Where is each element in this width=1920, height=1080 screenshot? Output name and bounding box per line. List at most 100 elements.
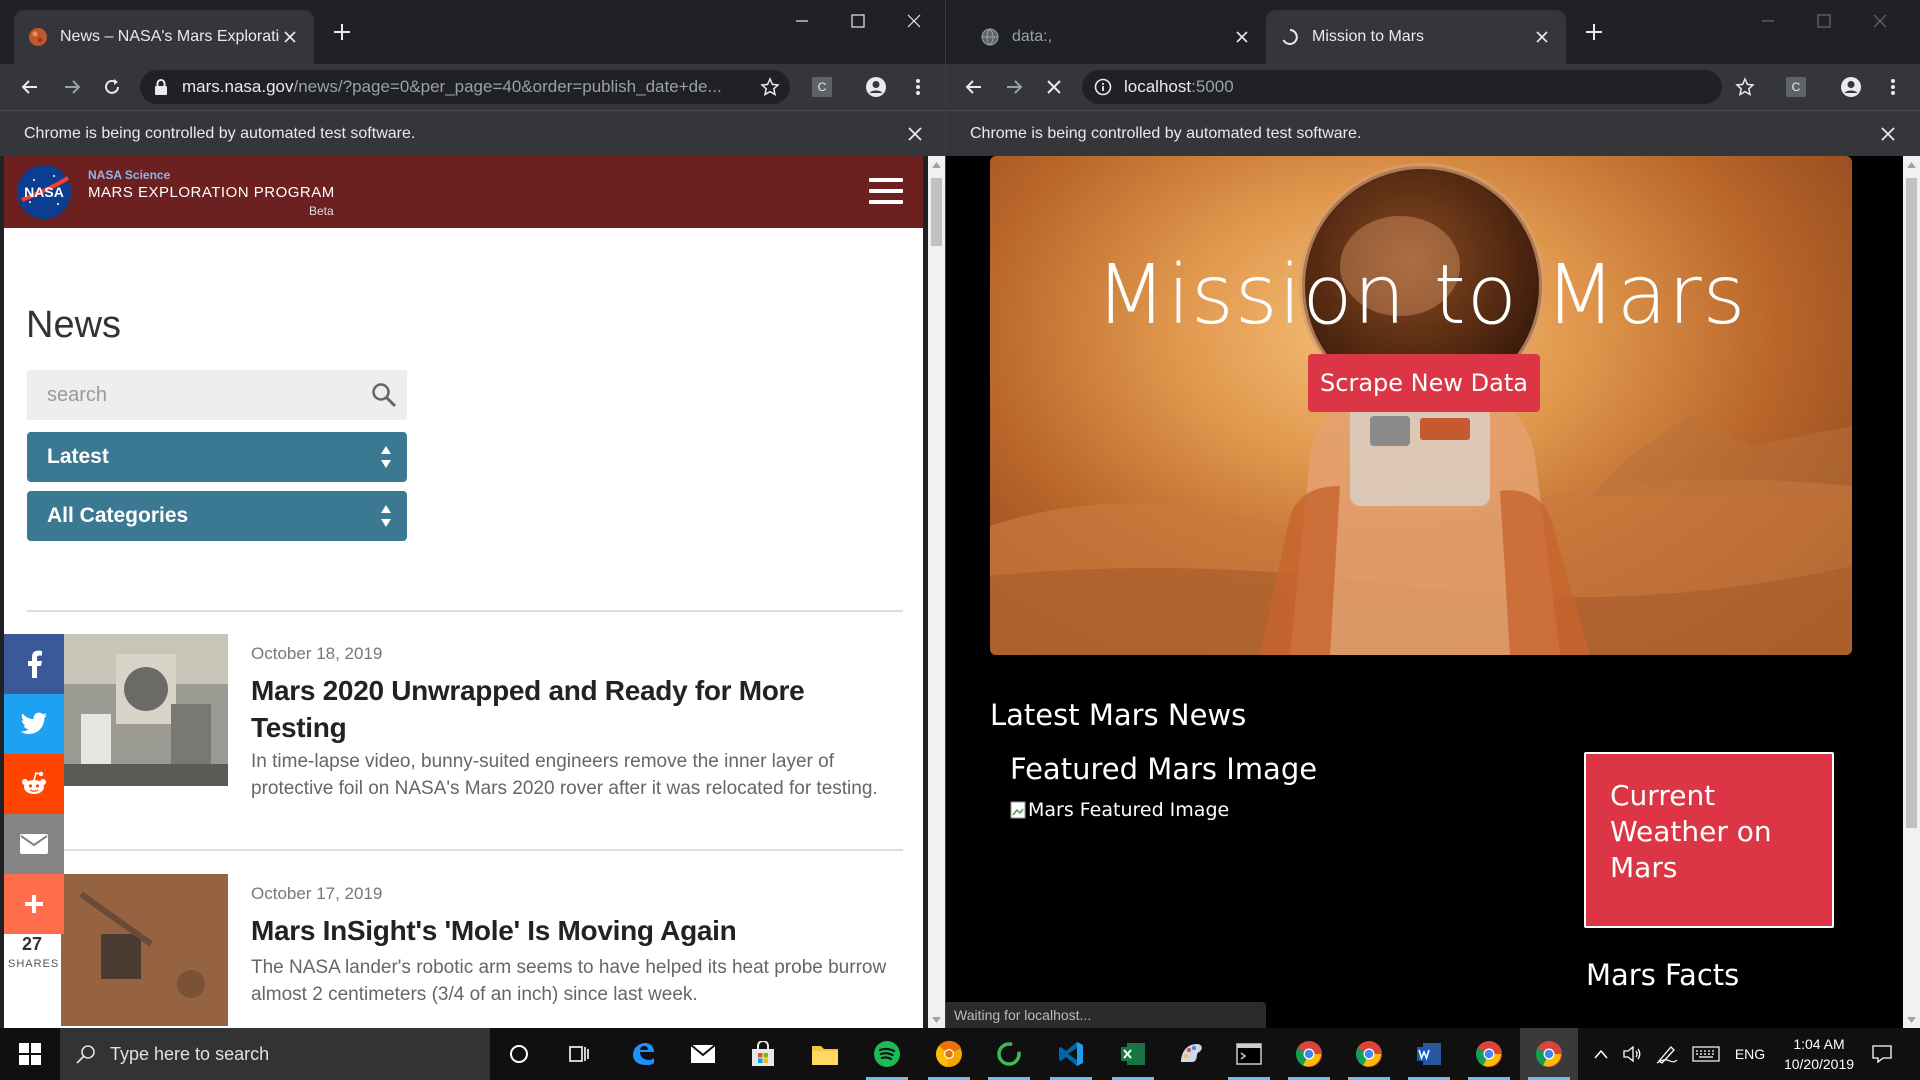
close-window-icon[interactable] (892, 6, 936, 36)
loading-spinner-icon (1282, 29, 1298, 45)
infobar-text: Chrome is being controlled by automated … (970, 124, 1362, 142)
new-tab-icon[interactable] (330, 20, 354, 44)
list-item[interactable]: October 17, 2019 Mars InSight's 'Mole' I… (4, 874, 923, 1028)
maximize-icon[interactable] (1802, 6, 1846, 36)
sort-select[interactable]: Latest (27, 432, 407, 482)
browser-window-left: News – NASA's Mars Exploration mars.nasa… (0, 0, 945, 1028)
close-tab-icon[interactable] (1532, 27, 1552, 47)
notifications-icon[interactable] (1862, 1028, 1902, 1080)
terminal-icon[interactable] (1220, 1028, 1278, 1080)
extension-letter: C (1786, 77, 1806, 97)
chrome-icon[interactable] (1520, 1028, 1578, 1080)
sort-select-value: Latest (47, 445, 109, 468)
mail-icon[interactable] (674, 1028, 732, 1080)
circle-app-icon[interactable] (980, 1028, 1038, 1080)
forward-icon[interactable] (60, 75, 84, 99)
facebook-icon (28, 650, 42, 678)
stop-loading-icon[interactable] (1042, 75, 1066, 99)
search-icon[interactable] (371, 382, 397, 408)
task-view-icon[interactable] (550, 1028, 608, 1080)
close-tab-icon[interactable] (280, 27, 300, 47)
scrape-new-data-button[interactable]: Scrape New Data (1308, 354, 1540, 412)
pen-icon[interactable] (1650, 1028, 1684, 1080)
close-infobar-icon[interactable] (1878, 124, 1898, 144)
store-icon[interactable] (734, 1028, 792, 1080)
extension-icon[interactable]: C (810, 75, 834, 99)
address-bar[interactable]: mars.nasa.gov /news/?page=0&per_page=40&… (140, 70, 790, 104)
tab-mission-to-mars[interactable]: Mission to Mars (1266, 10, 1566, 64)
scroll-up-icon[interactable] (928, 156, 945, 173)
file-explorer-icon[interactable] (796, 1028, 854, 1080)
article-title[interactable]: Mars InSight's 'Mole' Is Moving Again (251, 912, 891, 949)
scroll-down-icon[interactable] (928, 1011, 945, 1028)
category-select[interactable]: All Categories (27, 491, 407, 541)
nasa-logo[interactable]: NASA (16, 164, 72, 220)
close-tab-icon[interactable] (1232, 27, 1252, 47)
chrome-icon[interactable] (1280, 1028, 1338, 1080)
paint-icon[interactable] (1162, 1028, 1220, 1080)
maximize-icon[interactable] (836, 6, 880, 36)
article-title[interactable]: Mars 2020 Unwrapped and Ready for More T… (251, 672, 891, 746)
reload-icon[interactable] (100, 75, 124, 99)
keyboard-icon[interactable] (1688, 1028, 1724, 1080)
excel-icon[interactable] (1104, 1028, 1162, 1080)
word-icon[interactable] (1400, 1028, 1458, 1080)
chevron-up-icon[interactable] (1586, 1028, 1616, 1080)
forward-icon[interactable] (1002, 75, 1026, 99)
scroll-down-icon[interactable] (1903, 1011, 1920, 1028)
tab-data[interactable]: data:, (966, 10, 1266, 64)
minimize-icon[interactable] (780, 6, 824, 36)
share-email[interactable] (4, 814, 64, 874)
search-input[interactable] (27, 370, 347, 420)
taskbar-search[interactable]: Type here to search (60, 1028, 490, 1080)
volume-icon[interactable] (1616, 1028, 1648, 1080)
minimize-icon[interactable] (1746, 6, 1790, 36)
tab-nasa-news[interactable]: News – NASA's Mars Exploration (14, 10, 314, 64)
list-item[interactable]: October 18, 2019 Mars 2020 Unwrapped and… (4, 634, 923, 834)
program-title[interactable]: MARS EXPLORATION PROGRAM (88, 184, 335, 201)
vscode-icon[interactable] (1042, 1028, 1100, 1080)
back-icon[interactable] (962, 75, 986, 99)
profile-icon[interactable] (1839, 75, 1863, 99)
menu-dots-icon[interactable] (906, 75, 930, 99)
cortana-icon[interactable] (490, 1028, 548, 1080)
featured-image[interactable]: Mars Featured Image (1010, 799, 1229, 821)
share-more[interactable] (4, 874, 64, 934)
hamburger-menu-icon[interactable] (869, 178, 903, 204)
scrollbar-thumb[interactable] (931, 178, 942, 246)
share-reddit[interactable] (4, 754, 64, 814)
scrollbar[interactable] (1903, 156, 1920, 1028)
close-window-icon[interactable] (1858, 6, 1902, 36)
nasa-news-page: NASA NASA Science MARS EXPLORATION PROGR… (4, 156, 923, 1028)
address-bar[interactable]: localhost :5000 (1082, 70, 1722, 104)
scrollbar-thumb[interactable] (1906, 178, 1917, 828)
chrome-canary-icon[interactable] (920, 1028, 978, 1080)
start-button[interactable] (0, 1028, 60, 1080)
extension-icon[interactable]: C (1784, 75, 1808, 99)
menu-dots-icon[interactable] (1881, 75, 1905, 99)
language-indicator[interactable]: ENG (1730, 1028, 1770, 1080)
share-facebook[interactable] (4, 634, 64, 694)
share-twitter[interactable] (4, 694, 64, 754)
scrollbar[interactable] (928, 156, 945, 1028)
taskbar-search-placeholder: Type here to search (110, 1043, 270, 1064)
tab-strip: News – NASA's Mars Exploration (0, 0, 945, 64)
profile-icon[interactable] (864, 75, 888, 99)
spotify-icon[interactable] (858, 1028, 916, 1080)
bookmark-star-icon[interactable] (1733, 75, 1757, 99)
reddit-icon (22, 771, 46, 794)
tab-strip: data:, Mission to Mars (946, 0, 1920, 64)
article-thumbnail[interactable] (61, 634, 228, 786)
article-date: October 18, 2019 (251, 644, 383, 663)
chrome-icon[interactable] (1340, 1028, 1398, 1080)
new-tab-icon[interactable] (1582, 20, 1606, 44)
bookmark-star-icon[interactable] (758, 75, 782, 99)
system-clock[interactable]: 1:04 AM 10/20/2019 (1774, 1034, 1864, 1074)
close-infobar-icon[interactable] (905, 124, 925, 144)
nasa-science-label[interactable]: NASA Science (88, 168, 170, 182)
back-icon[interactable] (18, 75, 42, 99)
article-thumbnail[interactable] (61, 874, 228, 1026)
chrome-icon[interactable] (1460, 1028, 1518, 1080)
edge-icon[interactable] (614, 1028, 672, 1080)
scroll-up-icon[interactable] (1903, 156, 1920, 173)
